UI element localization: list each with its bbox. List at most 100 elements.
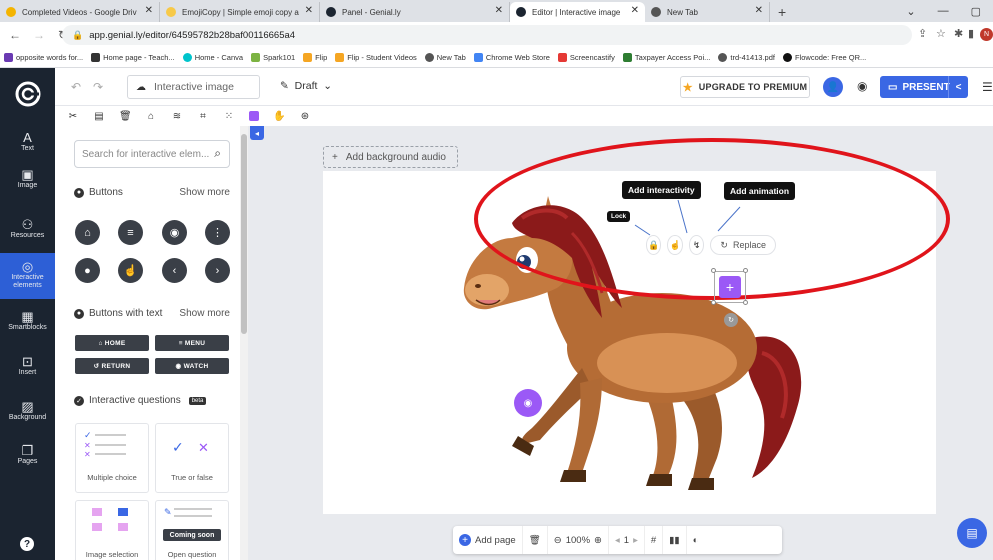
- resize-handle[interactable]: [743, 268, 748, 273]
- sidebar-item-background[interactable]: ▨ Background: [0, 389, 55, 435]
- menu-text-button-element[interactable]: ≡ MENU: [155, 335, 229, 351]
- next-button-element[interactable]: ›: [205, 258, 230, 283]
- delete-page-button[interactable]: 🗑: [523, 526, 548, 554]
- lock-icon[interactable]: ⌂: [145, 111, 157, 122]
- panel-scrollbar[interactable]: [240, 126, 248, 560]
- search-input[interactable]: Search for interactive elem... ⌕: [74, 140, 230, 168]
- location-button-element[interactable]: ●: [75, 258, 100, 283]
- prev-button-element[interactable]: ‹: [162, 258, 187, 283]
- true-false-card[interactable]: ✓ ✕ True or false: [155, 423, 229, 493]
- project-title-field[interactable]: ☁ Interactive image: [127, 75, 260, 99]
- bookmark-item[interactable]: Flowcode: Free QR...: [782, 53, 866, 62]
- color-swatch-icon[interactable]: [249, 111, 259, 121]
- add-page-button[interactable]: + Add page: [453, 526, 523, 554]
- present-button[interactable]: ▭ PRESENT <: [880, 76, 968, 98]
- draft-status-dropdown[interactable]: ✎ Draft ⌄: [280, 80, 332, 92]
- prev-page-icon[interactable]: ◂: [615, 535, 620, 546]
- collapse-panel-icon[interactable]: ◂: [250, 126, 264, 140]
- profile-avatar[interactable]: N: [980, 28, 993, 41]
- browser-tab-newtab[interactable]: New Tab ✕: [645, 2, 770, 22]
- next-page-icon[interactable]: ▸: [633, 535, 638, 546]
- zoom-in-icon[interactable]: ⊕: [594, 535, 602, 546]
- scrollbar-thumb[interactable]: [241, 134, 247, 334]
- open-question-card[interactable]: ✎ Coming soon Open question: [155, 500, 229, 560]
- layers-icon[interactable]: ≋: [171, 111, 183, 122]
- close-icon[interactable]: ✕: [305, 5, 313, 16]
- sidebar-item-insert[interactable]: ⊡ Insert: [0, 344, 55, 390]
- bookmark-item[interactable]: Taxpayer Access Poi...: [622, 53, 710, 62]
- grid-button[interactable]: #: [645, 526, 664, 554]
- transparency-icon[interactable]: ⁙: [223, 111, 235, 122]
- plus-interactive-element[interactable]: +: [719, 276, 741, 298]
- show-more-link[interactable]: Show more: [179, 308, 230, 319]
- star-icon[interactable]: ☆: [936, 27, 946, 47]
- help-icon[interactable]: ?: [20, 537, 34, 551]
- hand-button-element[interactable]: ☝: [118, 258, 143, 283]
- minimize-icon[interactable]: —: [938, 5, 949, 17]
- bookmark-item[interactable]: Screencastify: [557, 53, 615, 62]
- bookmark-item[interactable]: trd-41413.pdf: [718, 53, 775, 62]
- bookmark-item[interactable]: Spark101: [251, 53, 295, 62]
- chat-support-button[interactable]: ▤: [957, 518, 987, 548]
- bookmark-item[interactable]: Home - Canva: [182, 53, 243, 62]
- sidebar-item-smartblocks[interactable]: ▦ Smartblocks: [0, 299, 55, 345]
- theme-button[interactable]: ◐: [687, 526, 705, 554]
- sidebar-item-image[interactable]: ▣ Image: [0, 157, 55, 203]
- home-button-element[interactable]: ⌂: [75, 220, 100, 245]
- replace-button[interactable]: ↻ Replace: [710, 235, 776, 255]
- lock-button[interactable]: 🔒: [646, 235, 662, 255]
- menu-icon[interactable]: ☰: [982, 80, 993, 94]
- close-icon[interactable]: ✕: [755, 5, 763, 16]
- browser-tab-drive[interactable]: Completed Videos - Google Driv ✕: [0, 2, 160, 22]
- hand-icon[interactable]: ✋: [273, 111, 285, 122]
- browser-tab-panel[interactable]: Panel - Genial.ly ✕: [320, 2, 510, 22]
- bookmark-item[interactable]: opposite words for...: [4, 53, 83, 62]
- bookmark-item[interactable]: Home page - Teach...: [91, 53, 175, 62]
- show-more-link[interactable]: Show more: [179, 187, 230, 198]
- resize-handle[interactable]: [743, 300, 748, 305]
- close-icon[interactable]: ✕: [495, 5, 503, 16]
- rotate-handle-icon[interactable]: ↻: [724, 313, 738, 327]
- resize-handle[interactable]: [711, 300, 716, 305]
- collaborators-icon[interactable]: 👤: [823, 77, 843, 97]
- sidepanel-icon[interactable]: ▮: [968, 27, 974, 47]
- new-tab-icon[interactable]: +: [770, 2, 794, 22]
- close-icon[interactable]: ✕: [631, 5, 639, 16]
- cut-icon[interactable]: ✂: [67, 111, 79, 122]
- pages-view-button[interactable]: ▮▮: [663, 526, 687, 554]
- add-animation-button[interactable]: ↯: [688, 235, 705, 255]
- menu-button-element[interactable]: ≡: [118, 220, 143, 245]
- browser-tab-editor[interactable]: Editor | Interactive image ✕: [510, 2, 645, 22]
- undo-icon[interactable]: ↶: [71, 80, 81, 94]
- add-interactivity-button[interactable]: ☝: [667, 235, 683, 255]
- multiple-choice-card[interactable]: ✓ ✕ ✕ Multiple choice: [75, 423, 149, 493]
- sidebar-item-interactive-elements[interactable]: ◎ Interactive elements: [0, 253, 55, 299]
- share-icon[interactable]: ⇪: [918, 27, 927, 47]
- back-icon[interactable]: ←: [6, 28, 24, 42]
- add-background-audio-button[interactable]: + Add background audio: [323, 146, 458, 168]
- maximize-icon[interactable]: ▢: [971, 5, 981, 18]
- image-selection-card[interactable]: Image selection: [75, 500, 149, 560]
- close-icon[interactable]: ✕: [145, 5, 153, 16]
- browser-tab-emojicopy[interactable]: EmojiCopy | Simple emoji copy a ✕: [160, 2, 320, 22]
- animation-icon[interactable]: ⊛: [299, 111, 311, 122]
- redo-icon[interactable]: ↷: [93, 80, 103, 94]
- forward-icon[interactable]: →: [30, 28, 48, 42]
- resize-handle[interactable]: [711, 268, 716, 273]
- chevron-down-icon[interactable]: ⌄: [906, 5, 915, 18]
- extensions-icon[interactable]: ✱: [954, 27, 963, 47]
- genially-logo[interactable]: [0, 68, 55, 120]
- preview-eye-icon[interactable]: ◉: [857, 79, 867, 93]
- info-button-element[interactable]: ⋮: [205, 220, 230, 245]
- align-icon[interactable]: ⌗: [197, 111, 209, 122]
- copy-icon[interactable]: ▤: [93, 111, 105, 122]
- sidebar-item-pages[interactable]: ❐ Pages: [0, 433, 55, 479]
- sidebar-item-resources[interactable]: ⚇ Resources: [0, 207, 55, 253]
- upgrade-button[interactable]: ★ UPGRADE TO PREMIUM: [680, 76, 810, 98]
- home-text-button-element[interactable]: ⌂ HOME: [75, 335, 149, 351]
- zoom-out-icon[interactable]: ⊖: [554, 535, 562, 546]
- bookmark-item[interactable]: Flip - Student Videos: [335, 53, 417, 62]
- share-icon[interactable]: <: [948, 76, 968, 98]
- bookmark-item[interactable]: Chrome Web Store: [473, 53, 550, 62]
- eye-button-element[interactable]: ◉: [162, 220, 187, 245]
